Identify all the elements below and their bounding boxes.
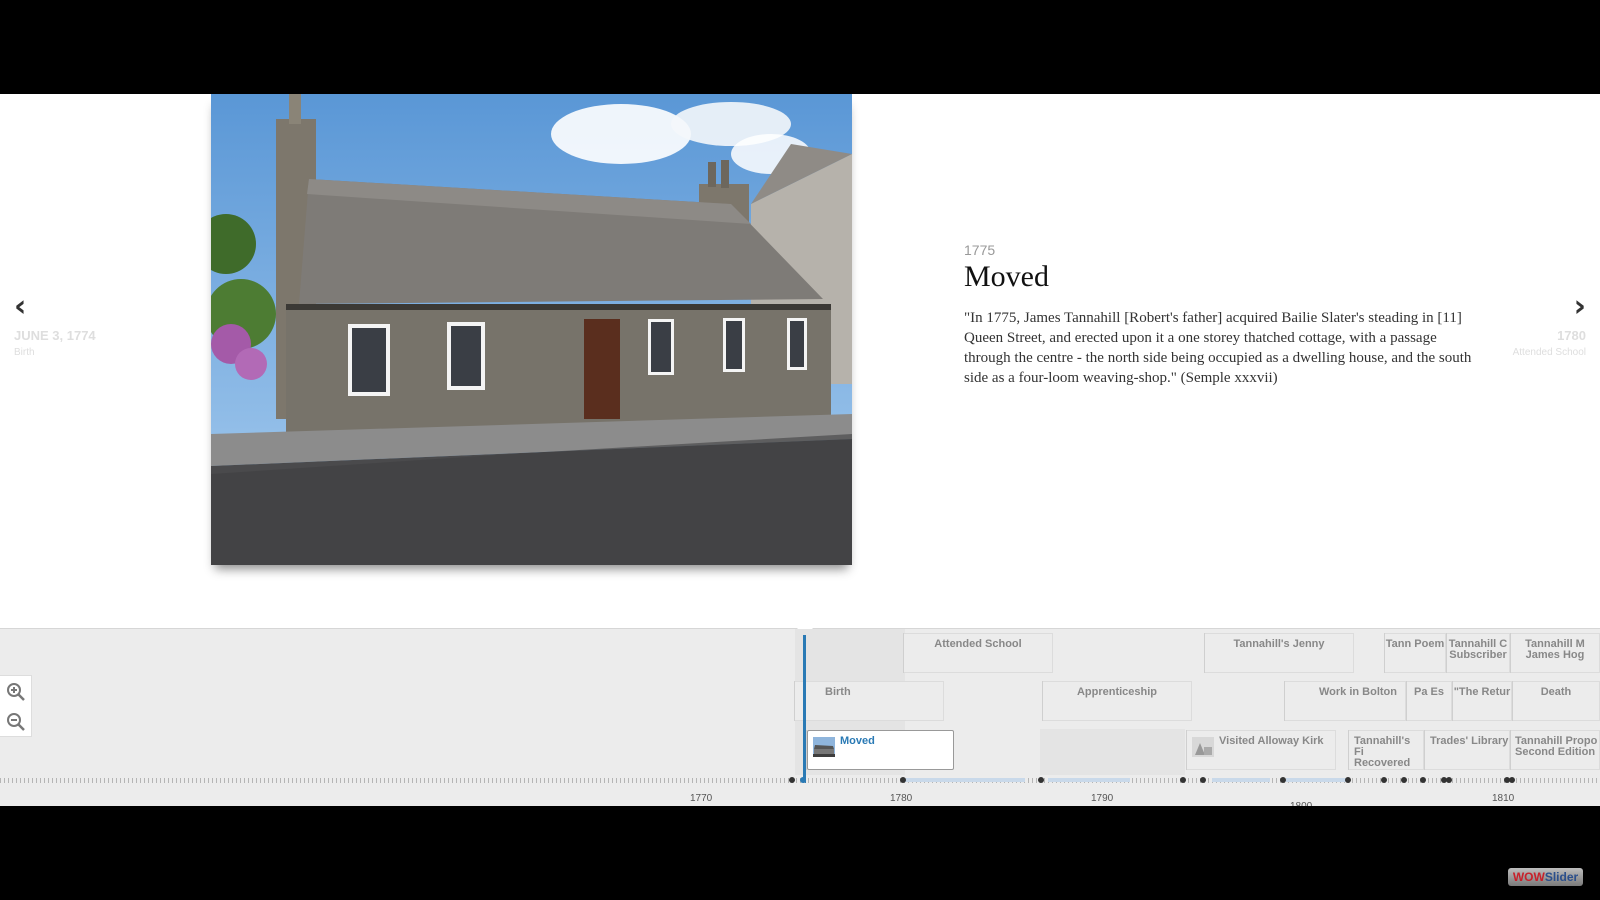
era-strip (1212, 778, 1270, 782)
timeline-stage: ‹ JUNE 3, 1774 Birth › 1780 Attended Sch… (0, 94, 1600, 806)
timeline-marker-visited-alloway-kirk[interactable]: Visited Alloway Kirk (1186, 730, 1336, 770)
previous-slide-date: JUNE 3, 1774 (14, 328, 96, 343)
chevron-right-icon: › (1573, 289, 1586, 324)
marker-label: Tannahill M James Hog (1525, 638, 1585, 661)
event-dot[interactable] (789, 777, 795, 783)
marker-label: Tannahill Propo Second Edition (1515, 735, 1598, 758)
era-band (1040, 729, 1185, 775)
timeline-marker-tannahills-jenny[interactable]: Tannahill's Jenny (1204, 633, 1354, 673)
image-thumbnail-icon (1192, 737, 1214, 757)
marker-label: Apprenticeship (1076, 686, 1158, 698)
chevron-left-icon: ‹ (14, 289, 27, 324)
timeline-navigator[interactable]: Attended School Tannahill's Jenny Tann P… (0, 628, 1600, 806)
timeline-marker-moved[interactable]: Moved (806, 730, 954, 770)
zoom-out-icon (7, 713, 25, 731)
marker-label: Tannahill's Jenny (1233, 638, 1325, 650)
previous-slide-button[interactable]: ‹ JUNE 3, 1774 Birth (14, 292, 114, 372)
marker-label: Tannahill's Fi Recovered Le (1354, 735, 1411, 770)
marker-label: Birth (825, 686, 851, 698)
slide-text: 1775 Moved "In 1775, James Tannahill [Ro… (964, 242, 1474, 388)
marker-label: Pa Es (1414, 686, 1444, 698)
wowslider-logo[interactable]: WOWSlider (1508, 868, 1583, 886)
event-dot[interactable] (1446, 777, 1452, 783)
zoom-in-button[interactable] (4, 680, 28, 704)
timeline-marker-tannahills-first-recovered-letter[interactable]: Tannahill's Fi Recovered Le (1348, 730, 1424, 770)
marker-label: Work in Bolton (1318, 686, 1397, 698)
timeline-marker-trades-library[interactable]: Trades' Library (1424, 730, 1510, 770)
previous-slide-label: Birth (14, 347, 35, 358)
timeline-marker-pa-es[interactable]: Pa Es (1406, 681, 1452, 721)
event-dot[interactable] (1345, 777, 1351, 783)
zoom-controls (0, 675, 32, 737)
marker-label: Tann Poem (1385, 638, 1445, 650)
current-position-line (803, 635, 806, 783)
event-dot[interactable] (1401, 777, 1407, 783)
next-slide-label: Attended School (1512, 347, 1586, 358)
timeline-marker-birth[interactable]: Birth (794, 681, 944, 721)
year-label: 1790 (1091, 793, 1114, 804)
era-strip (1048, 778, 1130, 782)
timeline-marker-tannahill-subscriber[interactable]: Tannahill C Subscriber (1446, 633, 1510, 673)
timeline-marker-death[interactable]: Death (1512, 681, 1600, 721)
year-label: 1780 (890, 793, 913, 804)
marker-label: Tannahill C Subscriber (1448, 638, 1508, 661)
slide-description: "In 1775, James Tannahill [Robert's fath… (964, 310, 1472, 386)
event-dot[interactable] (1420, 777, 1426, 783)
zoom-in-icon (7, 683, 25, 701)
timeline-marker-attended-school[interactable]: Attended School (903, 633, 1053, 673)
zoom-out-button[interactable] (4, 710, 28, 734)
slide-date: 1775 (964, 242, 996, 258)
event-dot[interactable] (900, 777, 906, 783)
year-label: 1770 (690, 793, 713, 804)
event-dot[interactable] (1038, 777, 1044, 783)
marker-label: Attended School (934, 638, 1022, 650)
timeline-marker-tannahill-james-hogg[interactable]: Tannahill M James Hog (1510, 633, 1600, 673)
event-dot[interactable] (1280, 777, 1286, 783)
year-label: 1810 (1492, 793, 1515, 804)
timeline-marker-tannahill-proposes-second-edition[interactable]: Tannahill Propo Second Edition (1510, 730, 1600, 770)
marker-label: "The Retur (1453, 686, 1511, 698)
timeline-marker-apprenticeship[interactable]: Apprenticeship (1042, 681, 1192, 721)
event-dot[interactable] (1381, 777, 1387, 783)
slide-photo (211, 94, 852, 565)
marker-label: Death (1540, 686, 1572, 698)
timeline-marker-tannahill-poems[interactable]: Tann Poem (1384, 633, 1446, 673)
era-strip (1286, 778, 1346, 782)
year-label: 1800 (1290, 801, 1312, 806)
event-dot[interactable] (1509, 777, 1515, 783)
event-dot[interactable] (1200, 777, 1206, 783)
next-slide-button[interactable]: › 1780 Attended School (1486, 292, 1586, 372)
next-slide-date: 1780 (1557, 328, 1586, 343)
era-strip (905, 778, 1025, 782)
timeline-marker-work-in-bolton[interactable]: Work in Bolton (1284, 681, 1406, 721)
timeline-marker-the-return[interactable]: "The Retur (1452, 681, 1512, 721)
slide-title: Moved (964, 260, 1049, 293)
event-dot[interactable] (1180, 777, 1186, 783)
event-dot-current[interactable] (800, 777, 806, 783)
marker-label: Trades' Library (1430, 735, 1509, 747)
image-thumbnail-icon (813, 737, 835, 757)
